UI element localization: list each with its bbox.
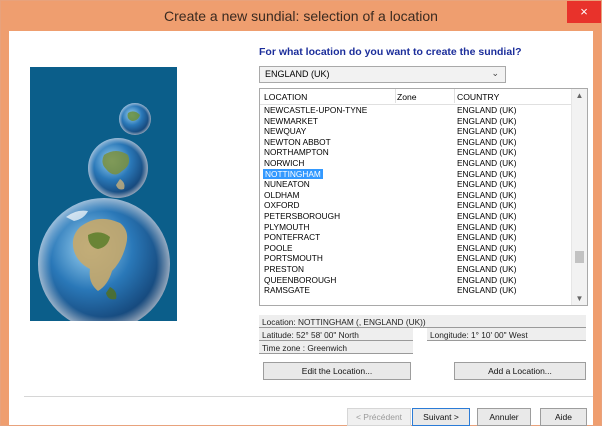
country-cell: ENGLAND (UK) bbox=[457, 147, 517, 158]
country-cell: ENGLAND (UK) bbox=[457, 285, 517, 296]
previous-button[interactable]: < Précédent bbox=[347, 408, 411, 426]
country-cell: ENGLAND (UK) bbox=[457, 242, 517, 253]
country-cell: ENGLAND (UK) bbox=[457, 168, 517, 179]
list-row[interactable]: NEWQUAY ENGLAND (UK) bbox=[260, 126, 570, 137]
list-row[interactable]: NEWMARKET ENGLAND (UK) bbox=[260, 116, 570, 127]
country-cell: ENGLAND (UK) bbox=[457, 105, 517, 115]
medium-globe bbox=[88, 138, 148, 198]
location-info-text: Location: NOTTINGHAM (, ENGLAND (UK)) bbox=[262, 317, 426, 327]
country-cell: ENGLAND (UK) bbox=[457, 126, 517, 137]
column-divider bbox=[454, 89, 455, 103]
list-row[interactable]: PONTEFRACT ENGLAND (UK) bbox=[260, 232, 570, 243]
country-cell: ENGLAND (UK) bbox=[457, 136, 517, 147]
longitude-info: Longitude: 1° 10' 00" West bbox=[427, 328, 586, 341]
earth-globes-icon bbox=[38, 103, 170, 321]
dialog-window: Create a new sundial: selection of a loc… bbox=[0, 0, 602, 426]
country-cell: ENGLAND (UK) bbox=[457, 179, 517, 190]
scroll-thumb[interactable] bbox=[575, 251, 584, 263]
country-cell: ENGLAND (UK) bbox=[457, 253, 517, 264]
country-cell: ENGLAND (UK) bbox=[457, 274, 517, 285]
column-header-zone[interactable]: Zone bbox=[397, 92, 417, 102]
location-cell: NUNEATON bbox=[264, 179, 310, 190]
location-prompt: For what location do you want to create … bbox=[259, 46, 522, 58]
list-row[interactable]: PRESTON ENGLAND (UK) bbox=[260, 264, 570, 275]
location-cell: QUEENBOROUGH bbox=[264, 274, 337, 285]
window-border-right bbox=[593, 31, 601, 425]
country-cell: ENGLAND (UK) bbox=[457, 200, 517, 211]
list-row[interactable]: PLYMOUTH ENGLAND (UK) bbox=[260, 222, 570, 233]
country-cell: ENGLAND (UK) bbox=[457, 157, 517, 168]
scroll-up-icon[interactable]: ▲ bbox=[572, 91, 587, 100]
large-globe bbox=[38, 198, 170, 321]
footer-divider bbox=[24, 396, 593, 397]
small-globe bbox=[119, 103, 151, 135]
list-header: LOCATION Zone COUNTRY bbox=[260, 89, 587, 105]
column-divider bbox=[395, 89, 396, 103]
location-cell: NEWTON ABBOT bbox=[264, 136, 331, 147]
location-list[interactable]: LOCATION Zone COUNTRY NEWCASTLE-UPON-TYN… bbox=[259, 88, 588, 306]
location-cell: PETERSBOROUGH bbox=[264, 210, 341, 221]
location-cell: POOLE bbox=[264, 242, 293, 253]
dialog-content: For what location do you want to create … bbox=[9, 31, 593, 426]
location-info: Location: NOTTINGHAM (, ENGLAND (UK)) bbox=[259, 315, 586, 328]
latitude-info-text: Latitude: 52° 58' 00" North bbox=[262, 330, 359, 340]
list-row[interactable]: NOTTINGHAM ENGLAND (UK) bbox=[260, 168, 570, 180]
list-row[interactable]: NORTHAMPTON ENGLAND (UK) bbox=[260, 147, 570, 158]
location-cell: NEWQUAY bbox=[264, 126, 307, 137]
country-cell: ENGLAND (UK) bbox=[457, 189, 517, 200]
country-cell: ENGLAND (UK) bbox=[457, 210, 517, 221]
list-row[interactable]: RAMSGATE ENGLAND (UK) bbox=[260, 285, 570, 296]
list-row[interactable]: QUEENBOROUGH ENGLAND (UK) bbox=[260, 275, 570, 286]
window-title: Create a new sundial: selection of a loc… bbox=[164, 8, 438, 24]
location-cell: PLYMOUTH bbox=[264, 221, 310, 232]
close-icon[interactable]: × bbox=[567, 1, 601, 23]
list-row[interactable]: NEWCASTLE-UPON-TYNE ENGLAND (UK) bbox=[260, 105, 570, 116]
list-row[interactable]: NORWICH ENGLAND (UK) bbox=[260, 158, 570, 169]
list-row[interactable]: PORTSMOUTH ENGLAND (UK) bbox=[260, 253, 570, 264]
country-cell: ENGLAND (UK) bbox=[457, 221, 517, 232]
cancel-button[interactable]: Annuler bbox=[477, 408, 531, 426]
list-row[interactable]: PETERSBOROUGH ENGLAND (UK) bbox=[260, 211, 570, 222]
edit-location-button[interactable]: Edit the Location... bbox=[263, 362, 411, 380]
country-select[interactable]: ENGLAND (UK) ⌄ bbox=[259, 66, 506, 83]
country-cell: ENGLAND (UK) bbox=[457, 263, 517, 274]
help-button[interactable]: Aide bbox=[540, 408, 587, 426]
list-rows: NEWCASTLE-UPON-TYNE ENGLAND (UK) NEWMARKET… bbox=[260, 105, 570, 296]
list-scrollbar[interactable]: ▲ ▼ bbox=[571, 89, 587, 305]
longitude-info-text: Longitude: 1° 10' 00" West bbox=[430, 330, 528, 340]
title-bar[interactable]: Create a new sundial: selection of a loc… bbox=[1, 1, 601, 31]
list-row[interactable]: NEWTON ABBOT ENGLAND (UK) bbox=[260, 137, 570, 148]
scroll-down-icon[interactable]: ▼ bbox=[572, 294, 587, 303]
country-cell: ENGLAND (UK) bbox=[457, 115, 517, 126]
location-cell: RAMSGATE bbox=[264, 285, 310, 296]
column-header-country[interactable]: COUNTRY bbox=[457, 92, 499, 102]
location-cell: NEWCASTLE-UPON-TYNE bbox=[264, 105, 368, 115]
location-cell: NOTTINGHAM bbox=[263, 168, 323, 180]
location-cell: OXFORD bbox=[264, 200, 300, 211]
column-header-location[interactable]: LOCATION bbox=[264, 92, 307, 102]
timezone-info-text: Time zone : Greenwich bbox=[262, 343, 347, 353]
country-cell: ENGLAND (UK) bbox=[457, 232, 517, 243]
location-cell: NEWMARKET bbox=[264, 115, 318, 126]
location-cell: PRESTON bbox=[264, 263, 304, 274]
list-row[interactable]: NUNEATON ENGLAND (UK) bbox=[260, 179, 570, 190]
location-cell: NORTHAMPTON bbox=[264, 147, 329, 158]
next-button[interactable]: Suivant > bbox=[412, 408, 470, 426]
earth-illustration bbox=[30, 67, 177, 321]
timezone-info: Time zone : Greenwich bbox=[259, 341, 413, 354]
list-row[interactable]: OXFORD ENGLAND (UK) bbox=[260, 200, 570, 211]
list-row[interactable]: OLDHAM ENGLAND (UK) bbox=[260, 190, 570, 201]
location-cell: PONTEFRACT bbox=[264, 232, 321, 243]
country-select-value: ENGLAND (UK) bbox=[265, 69, 330, 79]
chevron-down-icon: ⌄ bbox=[491, 68, 499, 78]
location-cell: OLDHAM bbox=[264, 189, 300, 200]
list-row[interactable]: POOLE ENGLAND (UK) bbox=[260, 243, 570, 254]
latitude-info: Latitude: 52° 58' 00" North bbox=[259, 328, 413, 341]
location-cell: PORTSMOUTH bbox=[264, 253, 323, 264]
window-border-left bbox=[1, 31, 9, 425]
location-cell: NORWICH bbox=[264, 157, 305, 168]
add-location-button[interactable]: Add a Location... bbox=[454, 362, 586, 380]
